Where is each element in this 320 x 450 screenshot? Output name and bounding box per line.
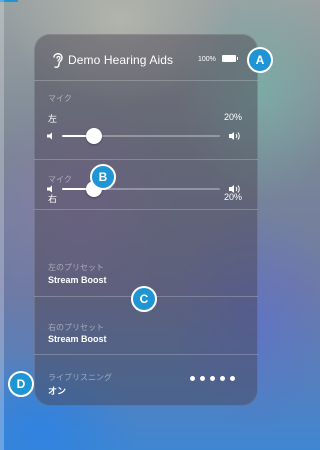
left-edge-bar — [0, 0, 4, 450]
live-listen-indicator — [190, 376, 235, 381]
live-listen-status: オン — [48, 386, 67, 396]
callout-d: D — [8, 371, 34, 397]
speaker-low-icon — [47, 132, 52, 140]
hearing-devices-panel: Demo Hearing Aids 100% マイク 左 20% マイク 右 2… — [34, 34, 258, 406]
divider — [34, 80, 258, 81]
device-header[interactable]: Demo Hearing Aids 100% — [34, 34, 258, 80]
callout-c: C — [131, 286, 157, 312]
left-preset-value: Stream Boost — [48, 275, 107, 285]
divider — [34, 354, 258, 355]
indicator-dot — [210, 376, 215, 381]
live-listen-caption: ライブリスニング — [48, 373, 112, 382]
indicator-dot — [190, 376, 195, 381]
right-preset-value: Stream Boost — [48, 334, 107, 344]
indicator-dot — [220, 376, 225, 381]
device-name: Demo Hearing Aids — [68, 53, 174, 67]
callout-b: B — [90, 164, 116, 190]
speaker-high-icon — [229, 132, 240, 140]
divider — [34, 209, 258, 210]
left-percent: 20% — [224, 112, 243, 122]
left-preset-caption: 左のプリセット — [48, 263, 104, 272]
battery-icon — [222, 55, 238, 62]
speaker-high-icon — [229, 185, 240, 193]
battery-percent: 100% — [198, 56, 216, 63]
divider — [34, 159, 258, 160]
speaker-low-icon — [47, 185, 52, 193]
right-slider-track — [93, 188, 220, 190]
left-mic-caption: マイク — [48, 94, 72, 103]
left-volume-slider-thumb[interactable] — [85, 128, 102, 144]
indicator-dot — [200, 376, 205, 381]
right-preset-caption: 右のプリセット — [48, 323, 104, 332]
ear-icon — [53, 53, 63, 69]
left-side-label: 左 — [48, 114, 58, 124]
indicator-dot — [230, 376, 235, 381]
left-slider-track — [93, 135, 220, 137]
callout-a: A — [247, 47, 273, 73]
